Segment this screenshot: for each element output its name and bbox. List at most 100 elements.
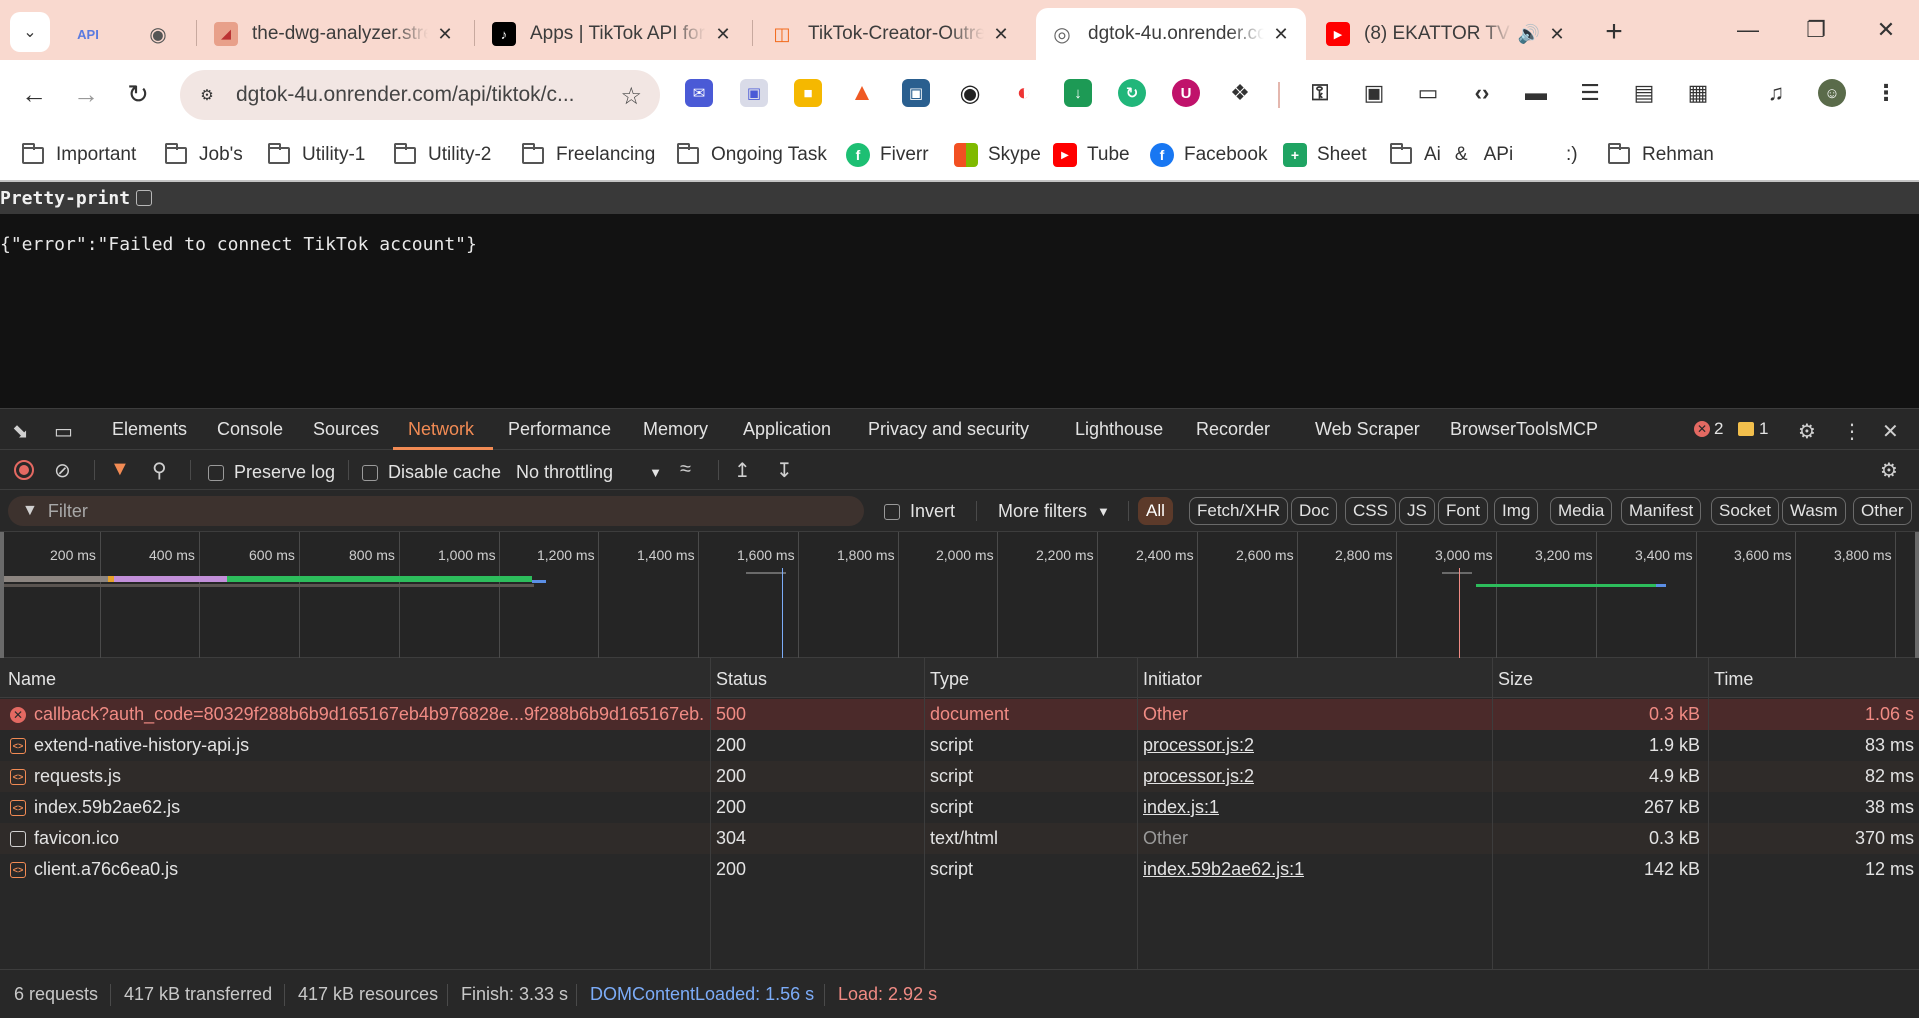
bookmark-folder[interactable]: Utility-1 — [268, 140, 365, 170]
tab-console[interactable]: Console — [217, 419, 283, 440]
pretty-print-checkbox[interactable] — [136, 190, 153, 206]
table-row[interactable]: <> client.a76c6ea0.js 200 script index.5… — [0, 854, 1919, 885]
tab-sources[interactable]: Sources — [313, 419, 379, 440]
filter-chip-font[interactable]: Font — [1438, 497, 1489, 525]
network-conditions-icon[interactable]: ≈ — [680, 458, 691, 481]
extensions-puzzle-icon[interactable]: ❖ — [1226, 79, 1254, 107]
tab-privacy-security[interactable]: Privacy and security — [868, 419, 1029, 440]
overview-right-handle[interactable] — [1915, 532, 1919, 658]
filter-input[interactable]: ▼ Filter — [8, 496, 864, 526]
bookmark-folder[interactable]: Important — [22, 140, 136, 170]
more-menu-icon[interactable]: ⋮ — [1872, 79, 1900, 107]
filter-chip-doc[interactable]: Doc — [1291, 497, 1338, 525]
inspect-element-icon[interactable]: ⬊ — [12, 419, 29, 444]
column-header-size[interactable]: Size — [1498, 669, 1533, 690]
restore-button[interactable]: ❐ — [1796, 14, 1836, 46]
table-icon[interactable]: ▦ — [1684, 79, 1712, 107]
preserve-log-checkbox[interactable]: Preserve log — [208, 462, 335, 483]
filter-chip-js[interactable]: JS — [1399, 497, 1435, 525]
column-resizer[interactable] — [1492, 658, 1493, 977]
more-filters-dropdown[interactable]: More filters ▼ — [998, 501, 1110, 522]
tab-application[interactable]: Application — [743, 419, 831, 440]
site-info-icon[interactable]: ⚙ — [194, 82, 220, 108]
filter-chip-other[interactable]: Other — [1853, 497, 1912, 525]
close-icon[interactable]: ✕ — [1882, 419, 1899, 444]
tab-network[interactable]: Network — [408, 419, 474, 440]
bookmark-folder[interactable]: Utility-2 — [394, 140, 491, 170]
message-count-badge[interactable]: 1 — [1738, 419, 1768, 439]
table-row[interactable]: favicon.ico 304 text/html Other 0.3 kB 3… — [0, 823, 1919, 854]
table-row[interactable]: <> index.59b2ae62.js 200 script index.js… — [0, 792, 1919, 823]
column-header-status[interactable]: Status — [716, 669, 767, 690]
tab-memory[interactable]: Memory — [643, 419, 708, 440]
extension-note-icon[interactable]: ■ — [794, 79, 822, 107]
extension-gallery-icon[interactable]: ▣ — [740, 79, 768, 107]
close-icon[interactable]: ✕ — [712, 24, 734, 45]
tab-lighthouse[interactable]: Lighthouse — [1075, 419, 1163, 440]
bookmark-folder[interactable]: Ongoing Task — [677, 140, 827, 170]
filter-chip-media[interactable]: Media — [1550, 497, 1613, 525]
request-initiator-link[interactable]: processor.js:2 — [1143, 735, 1254, 756]
extension-panda-icon[interactable]: ◉ — [956, 79, 984, 107]
bookmark-fiverr[interactable]: f Fiverr — [846, 140, 929, 170]
column-header-time[interactable]: Time — [1714, 669, 1753, 690]
list-icon[interactable]: ☰ — [1576, 79, 1604, 107]
filter-chip-wasm[interactable]: Wasm — [1782, 497, 1846, 525]
media-control-icon[interactable]: ♫ — [1762, 79, 1790, 107]
close-icon[interactable]: ✕ — [990, 24, 1012, 45]
extension-sync-icon[interactable]: ↻ — [1118, 79, 1146, 107]
column-header-type[interactable]: Type — [930, 669, 969, 690]
close-icon[interactable]: ✕ — [434, 24, 456, 45]
filter-chip-fetch-xhr[interactable]: Fetch/XHR — [1189, 497, 1289, 525]
code-icon[interactable]: ‹› — [1468, 79, 1496, 107]
extension-ublock-icon[interactable]: U — [1172, 79, 1200, 107]
column-header-name[interactable]: Name — [8, 669, 56, 690]
column-resizer[interactable] — [1137, 658, 1138, 977]
filter-chip-img[interactable]: Img — [1494, 497, 1539, 525]
throttling-select[interactable]: No throttling ▼ — [516, 462, 662, 483]
minimize-button[interactable]: — — [1728, 14, 1768, 46]
column-header-initiator[interactable]: Initiator — [1143, 669, 1202, 690]
table-row[interactable]: <> extend-native-history-api.js 200 scri… — [0, 730, 1919, 761]
tab-github[interactable]: ◉ — [132, 8, 192, 60]
bookmark-star-icon[interactable]: ☆ — [620, 82, 642, 111]
avatar[interactable]: ☺ — [1818, 79, 1846, 107]
reading-mode-icon[interactable]: ▤ — [1630, 79, 1658, 107]
invert-checkbox[interactable]: Invert — [884, 501, 955, 522]
bookmark-sheet[interactable]: + Sheet — [1283, 140, 1367, 170]
tab-api[interactable]: API — [62, 8, 122, 60]
table-row[interactable]: ✕ callback?auth_code=80329f288b6b9d16516… — [0, 699, 1919, 730]
filter-chip-css[interactable]: CSS — [1345, 497, 1396, 525]
tab-tiktok-outreach[interactable]: ◫ TikTok-Creator-Outrea ✕ — [756, 8, 1026, 60]
bookmark-folder[interactable]: Rehman — [1608, 140, 1714, 170]
overview-left-handle[interactable] — [0, 532, 4, 658]
error-count-badge[interactable]: ✕ 2 — [1694, 419, 1723, 439]
new-tab-button[interactable]: + — [1596, 14, 1632, 50]
import-har-icon[interactable]: ↥ — [734, 458, 751, 483]
bookmark-skype[interactable]: Skype — [954, 140, 1041, 170]
extension-pokeball-icon[interactable]: ◐ — [1010, 79, 1038, 107]
forward-button[interactable]: → — [66, 74, 106, 114]
network-settings-gear-icon[interactable]: ⚙ — [1880, 458, 1898, 483]
reload-button[interactable]: ↻ — [118, 74, 158, 114]
disable-cache-checkbox[interactable]: Disable cache — [362, 462, 501, 483]
tab-dwg-analyzer[interactable]: ◢ the-dwg-analyzer.stre ✕ — [200, 8, 470, 60]
clear-icon[interactable]: ⊘ — [54, 458, 71, 483]
tab-elements[interactable]: Elements — [112, 419, 187, 440]
bookmark-tube[interactable]: ▶ Tube — [1053, 140, 1130, 170]
tab-ekattor-tv[interactable]: ▶ (8) EKATTOR TV LI 🔊 ✕ — [1312, 8, 1582, 60]
device-icon[interactable]: ▭ — [1414, 79, 1442, 107]
network-overview-timeline[interactable]: 200 ms 400 ms 600 ms 800 ms 1,000 ms 1,2… — [0, 532, 1919, 658]
close-icon[interactable]: ✕ — [1546, 24, 1568, 45]
tab-tiktok-api[interactable]: ♪ Apps | TikTok API for B ✕ — [478, 8, 748, 60]
screenshot-icon[interactable]: ▣ — [1360, 79, 1388, 107]
export-har-icon[interactable]: ↧ — [776, 458, 793, 483]
bookmark-smile[interactable]: :) — [1566, 140, 1578, 170]
tab-dgtok-active[interactable]: ◎ dgtok-4u.onrender.co ✕ — [1036, 8, 1306, 60]
bookmark-folder[interactable]: Job's — [165, 140, 243, 170]
extension-box-icon[interactable]: ▣ — [902, 79, 930, 107]
tab-recorder[interactable]: Recorder — [1196, 419, 1270, 440]
column-resizer[interactable] — [710, 658, 711, 977]
close-icon[interactable]: ✕ — [1270, 24, 1292, 45]
filter-chip-all[interactable]: All — [1138, 497, 1173, 525]
